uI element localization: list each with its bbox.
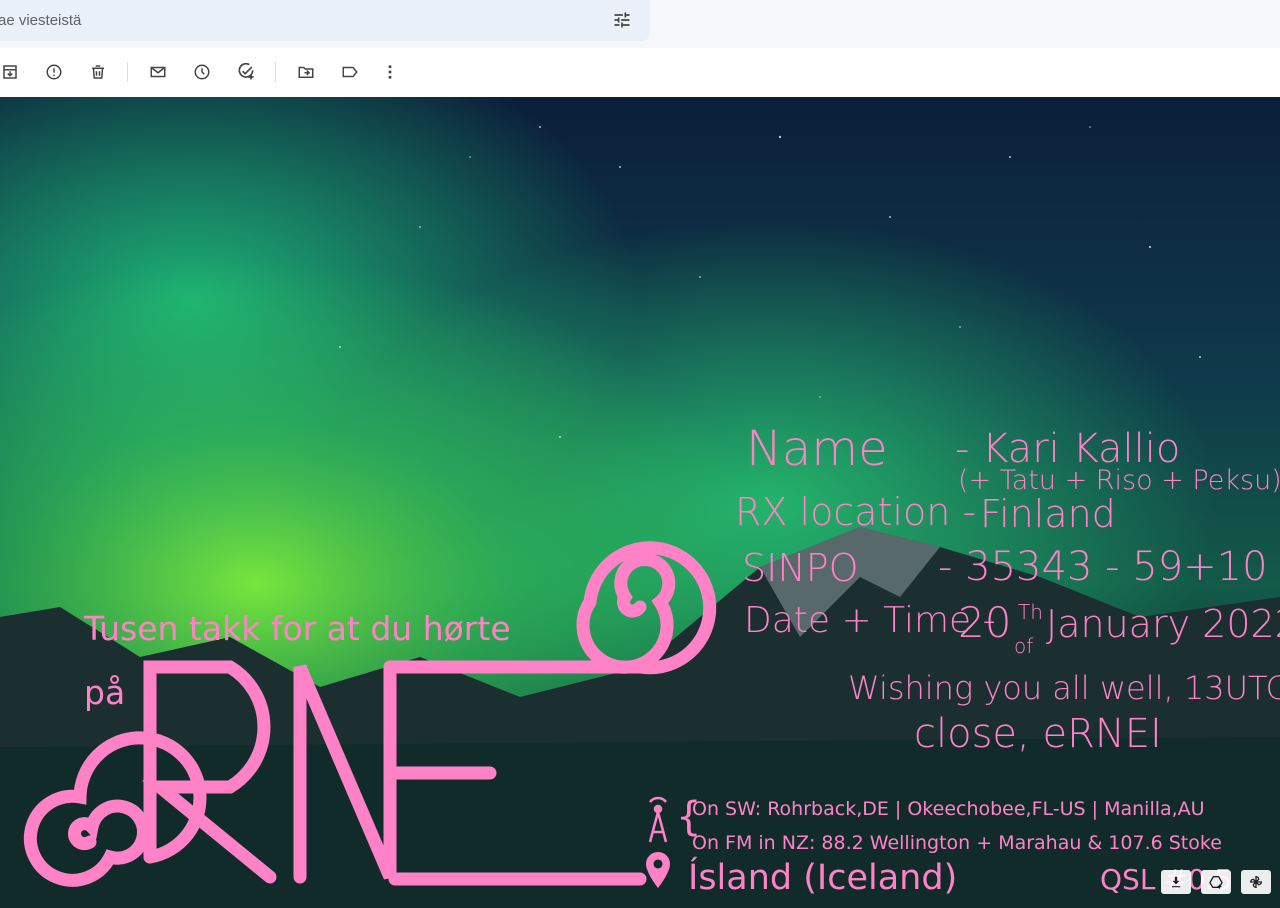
fm-line: On FM in NZ: 88.2 Wellington + Marahau &… [692,832,1222,854]
shortwave-line: On SW: Rohrback,DE | Okeechobee,FL-US | … [692,798,1205,820]
hand-wish: Wishing you all well, 13UTC [848,669,1280,707]
snooze-icon[interactable] [190,60,214,84]
archive-icon[interactable] [0,60,22,84]
tune-icon[interactable] [608,6,636,34]
delete-icon[interactable] [86,60,110,84]
label-icon[interactable] [338,60,362,84]
save-to-photos-icon[interactable] [1241,870,1271,894]
hand-date-sup: Th [1018,600,1043,624]
qsl-card-image: Tusen takk for at du hørte på Name - Kar… [0,97,1280,908]
hand-signature: close, eRNEI [914,711,1162,757]
hand-rx-label: RX location - [735,490,976,534]
add-to-drive-icon[interactable] [1201,870,1231,894]
hand-sinpo-label: SINPO [742,546,859,590]
message-toolbar [0,48,1280,97]
hand-name-label: Name [746,421,888,477]
search-bar [0,0,650,41]
hand-date-of: of [1014,634,1033,658]
add-task-icon[interactable] [234,60,258,84]
mark-unread-icon[interactable] [146,60,170,84]
greeting-line-2: på [84,673,125,712]
greeting-line-1: Tusen takk for at du hørte [83,609,511,648]
top-bar [0,0,1280,48]
hand-date-day: 20 [958,598,1011,647]
move-to-icon[interactable] [294,60,318,84]
hand-rx-value: Finland [980,492,1116,536]
attachment-image-viewer: Tusen takk for at du hørte på Name - Kar… [0,97,1280,908]
country-label: Ísland (Iceland) [688,856,957,898]
download-icon[interactable] [1161,870,1191,894]
hand-sinpo-value: - 35343 - 59+10 [938,544,1268,590]
report-spam-icon[interactable] [42,60,66,84]
toolbar-divider [127,62,128,82]
hand-date-rest: January 2022 [1046,602,1280,646]
search-input[interactable] [0,0,590,41]
more-vert-icon[interactable] [378,60,402,84]
toolbar-divider [275,62,276,82]
